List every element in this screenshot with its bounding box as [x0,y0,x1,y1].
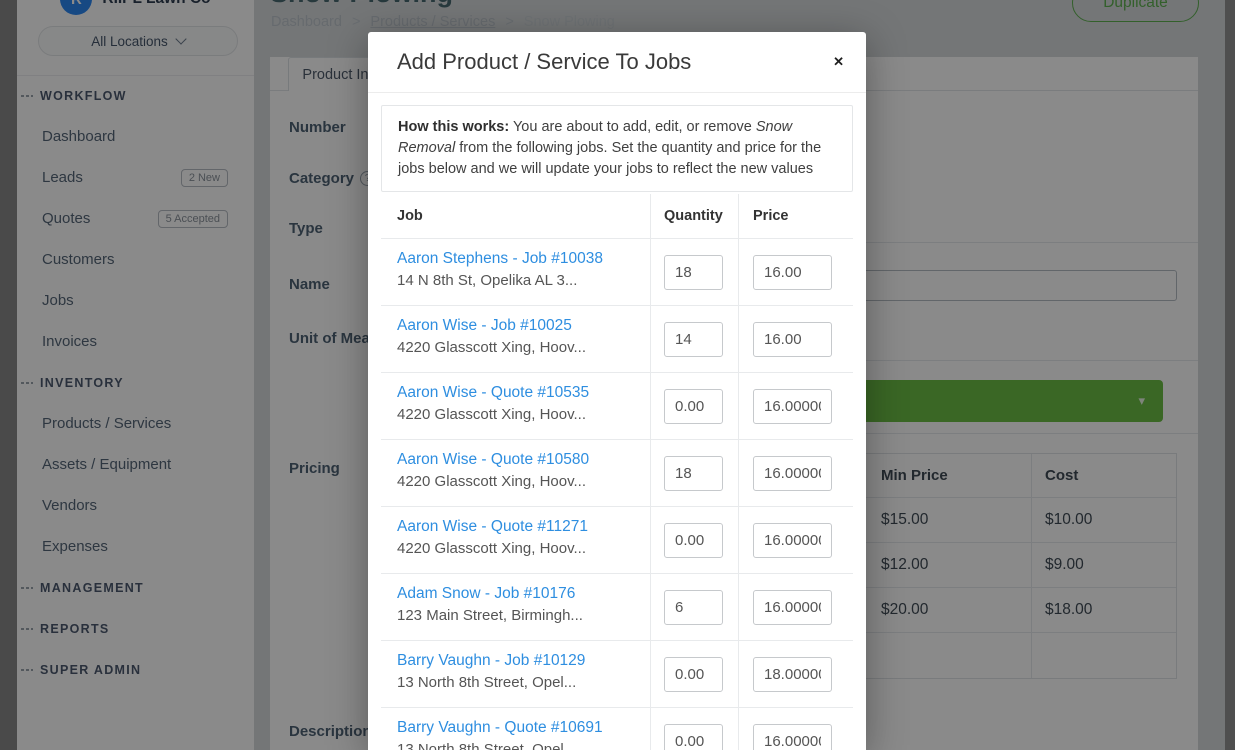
price-input[interactable] [753,255,832,290]
modal-header: Add Product / Service To Jobs ✕ [368,32,866,93]
column-header-price: Price [738,194,853,238]
price-input[interactable] [753,456,832,491]
how-this-works-note: How this works: You are about to add, ed… [381,105,853,192]
job-row: Aaron Wise - Quote #10580 4220 Glasscott… [381,440,853,507]
job-row: Barry Vaughn - Quote #10691 13 North 8th… [381,708,853,750]
price-input[interactable] [753,590,832,625]
column-header-quantity: Quantity [650,194,738,238]
add-product-service-modal: Add Product / Service To Jobs ✕ How this… [368,32,866,750]
price-input[interactable] [753,389,832,424]
job-link[interactable]: Aaron Wise - Quote #10580 [397,451,636,469]
modal-body: How this works: You are about to add, ed… [368,93,866,750]
price-input[interactable] [753,724,832,750]
job-link[interactable]: Aaron Stephens - Job #10038 [397,250,636,268]
jobs-table: Job Quantity Price Aaron Stephens - Job … [381,194,853,750]
quantity-input[interactable] [664,724,723,750]
quantity-input[interactable] [664,322,723,357]
quantity-input[interactable] [664,523,723,558]
price-input[interactable] [753,657,832,692]
price-input[interactable] [753,523,832,558]
close-icon[interactable]: ✕ [829,50,848,74]
quantity-input[interactable] [664,389,723,424]
price-input[interactable] [753,322,832,357]
quantity-input[interactable] [664,456,723,491]
note-text: from the following jobs. Set the quantit… [398,140,821,177]
job-row: Barry Vaughn - Job #10129 13 North 8th S… [381,641,853,708]
job-address: 14 N 8th St, Opelika AL 3... [397,272,636,289]
job-address: 4220 Glasscott Xing, Hoov... [397,406,636,423]
job-row: Aaron Stephens - Job #10038 14 N 8th St,… [381,239,853,306]
job-address: 4220 Glasscott Xing, Hoov... [397,540,636,557]
job-address: 13 North 8th Street, Opel... [397,741,636,750]
quantity-input[interactable] [664,590,723,625]
job-link[interactable]: Aaron Wise - Quote #10535 [397,384,636,402]
jobs-table-header: Job Quantity Price [381,194,853,239]
job-row: Adam Snow - Job #10176 123 Main Street, … [381,574,853,641]
quantity-input[interactable] [664,657,723,692]
job-link[interactable]: Aaron Wise - Quote #11271 [397,518,636,536]
job-address: 4220 Glasscott Xing, Hoov... [397,339,636,356]
job-address: 13 North 8th Street, Opel... [397,674,636,691]
job-address: 4220 Glasscott Xing, Hoov... [397,473,636,490]
job-address: 123 Main Street, Birmingh... [397,607,636,624]
job-link[interactable]: Aaron Wise - Job #10025 [397,317,636,335]
column-header-job: Job [381,194,650,238]
job-link[interactable]: Barry Vaughn - Job #10129 [397,652,636,670]
job-link[interactable]: Barry Vaughn - Quote #10691 [397,719,636,737]
app-viewport: R RIIPL Lawn Co All Locations WORKFLOW D… [0,0,1235,750]
note-bold: How this works: [398,119,509,135]
modal-title: Add Product / Service To Jobs [397,49,691,75]
job-row: Aaron Wise - Quote #10535 4220 Glasscott… [381,373,853,440]
job-row: Aaron Wise - Quote #11271 4220 Glasscott… [381,507,853,574]
job-link[interactable]: Adam Snow - Job #10176 [397,585,636,603]
note-text: You are about to add, edit, or remove [509,119,756,135]
quantity-input[interactable] [664,255,723,290]
job-row: Aaron Wise - Job #10025 4220 Glasscott X… [381,306,853,373]
